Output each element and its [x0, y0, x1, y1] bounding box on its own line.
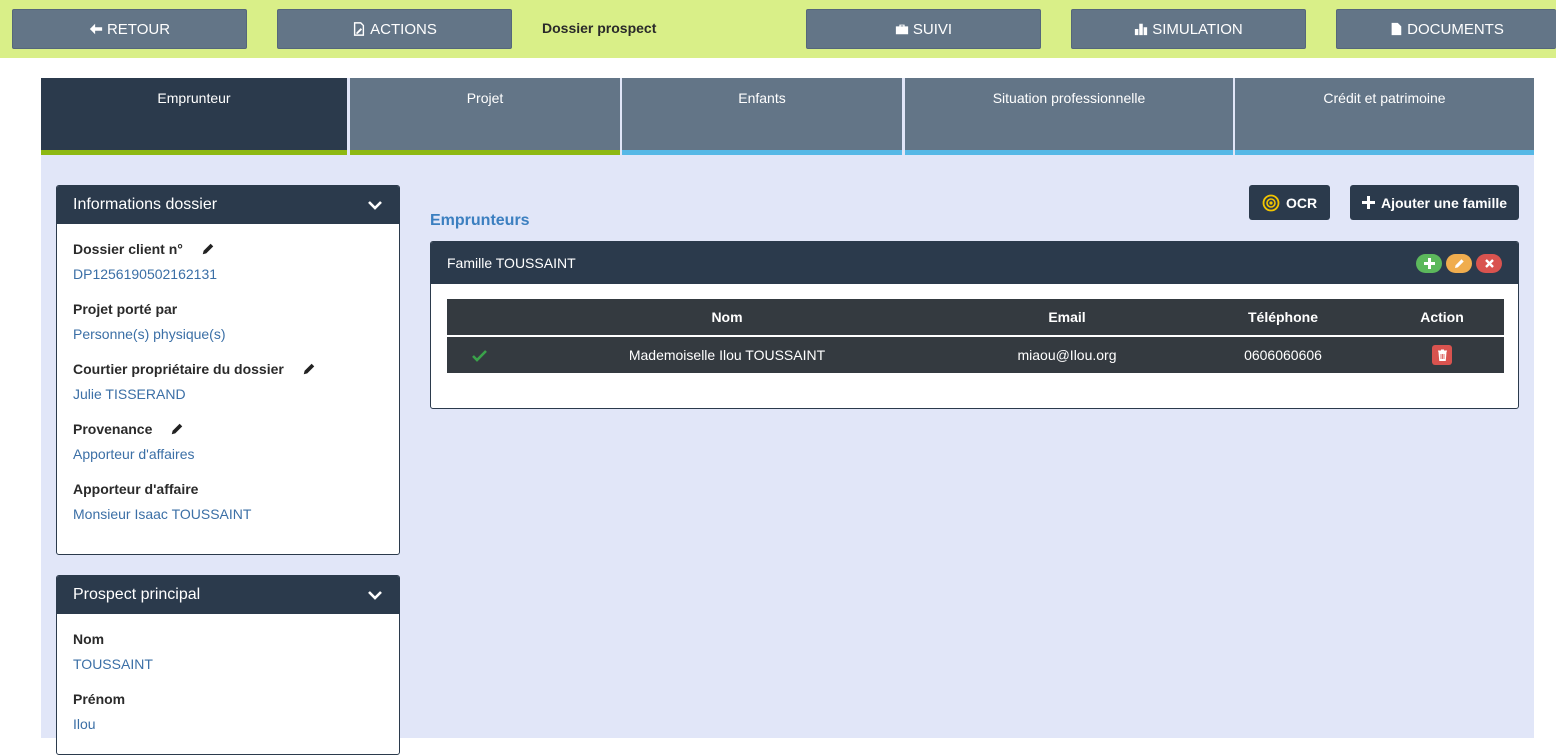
info-dossier-panel: Informations dossier Dossier client n° D… [56, 185, 400, 555]
field-label: Apporteur d'affaire [73, 481, 198, 497]
family-header: Famille TOUSSAINT [431, 242, 1518, 284]
chevron-down-icon[interactable] [367, 587, 383, 603]
simulation-button-label: SIMULATION [1152, 20, 1243, 38]
courtier-label: Courtier propriétaire du dossier [73, 361, 284, 377]
page-title: Dossier prospect [542, 20, 657, 36]
tab-progress-bar [41, 150, 347, 155]
tab-label: Projet [466, 90, 504, 106]
table-row: Mademoiselle Ilou TOUSSAINT miaou@Ilou.o… [447, 337, 1504, 373]
simulation-button[interactable]: SIMULATION [1071, 9, 1306, 49]
courtier-value[interactable]: Julie TISSERAND [73, 386, 186, 402]
family-actions [1416, 253, 1502, 273]
actions-button-label: ACTIONS [370, 20, 437, 38]
projet-porte-value: Personne(s) physique(s) [73, 326, 226, 342]
projet-porte-label: Projet porté par [73, 301, 178, 317]
trash-icon [1437, 349, 1447, 361]
briefcase-icon [895, 24, 909, 35]
add-family-button[interactable]: Ajouter une famille [1350, 185, 1519, 220]
tab-progress-bar [622, 150, 902, 155]
field-label: Prénom [73, 691, 125, 707]
check-icon [467, 337, 491, 373]
column-header-action: Action [1420, 309, 1464, 325]
prenom-label: Prénom [73, 691, 126, 707]
family-panel: Famille TOUSSAINT Nom Email Téléphone Ac… [430, 241, 1519, 409]
tab-enfants[interactable]: Enfants [622, 78, 902, 155]
apporteur-label: Apporteur d'affaire [73, 481, 199, 497]
back-button[interactable]: RETOUR [12, 9, 247, 49]
tab-progress-bar [350, 150, 620, 155]
documents-button[interactable]: DOCUMENTS [1336, 9, 1556, 49]
bar-chart-icon [1135, 23, 1148, 36]
close-icon [1484, 258, 1494, 268]
field-label: Provenance [73, 421, 184, 437]
row-email: miaou@Ilou.org [1017, 347, 1117, 363]
tab-label: Situation professionnelle [992, 90, 1146, 106]
pencil-icon [1454, 258, 1464, 268]
document-icon [1391, 22, 1402, 36]
ocr-target-icon [1262, 194, 1280, 211]
suivi-button-label: SUIVI [912, 20, 953, 38]
top-bar: RETOUR ACTIONS Dossier prospect SUIVI SI… [0, 0, 1556, 58]
plus-icon [1423, 257, 1435, 269]
delete-family-button[interactable] [1476, 253, 1502, 273]
dossier-number: DP1256190502162131 [73, 266, 218, 282]
prospect-principal-panel: Prospect principal Nom TOUSSAINT Prénom … [56, 575, 400, 755]
suivi-button[interactable]: SUIVI [806, 9, 1041, 49]
tab-emprunteur[interactable]: Emprunteur [41, 78, 347, 155]
ocr-label: OCR [1285, 194, 1318, 211]
column-header-nom: Nom [711, 309, 743, 325]
delete-row-button[interactable] [1432, 345, 1452, 365]
panel-title: Prospect principal [73, 586, 201, 603]
provenance-label: Provenance [73, 421, 153, 437]
prenom-value: Ilou [73, 716, 96, 732]
add-member-button[interactable] [1416, 253, 1442, 273]
back-button-label: RETOUR [106, 20, 171, 38]
pencil-icon[interactable] [302, 362, 316, 376]
tab-projet[interactable]: Projet [350, 78, 620, 155]
tab-credit-patrimoine[interactable]: Crédit et patrimoine [1235, 78, 1534, 155]
pencil-icon[interactable] [201, 242, 215, 256]
provenance-value: Apporteur d'affaires [73, 446, 195, 462]
dossier-label: Dossier client n° [73, 241, 183, 257]
ocr-button[interactable]: OCR [1249, 185, 1330, 220]
pencil-icon[interactable] [170, 422, 184, 436]
family-title: Famille TOUSSAINT [447, 255, 576, 271]
documents-button-label: DOCUMENTS [1407, 20, 1504, 38]
nom-value: TOUSSAINT [73, 656, 153, 672]
plus-icon [1361, 196, 1375, 209]
nom-label: Nom [73, 631, 105, 647]
row-action [1392, 337, 1492, 373]
table-header: Nom Email Téléphone Action [447, 299, 1504, 335]
emprunteurs-title: Emprunteurs [430, 212, 530, 229]
edit-family-button[interactable] [1446, 253, 1472, 273]
chevron-down-icon[interactable] [367, 197, 383, 213]
tab-progress-bar [905, 150, 1233, 155]
add-family-label: Ajouter une famille [1380, 194, 1508, 211]
tab-label: Crédit et patrimoine [1323, 90, 1446, 106]
row-nom: Mademoiselle Ilou TOUSSAINT [628, 347, 826, 363]
row-telephone: 0606060606 [1244, 347, 1322, 363]
tab-progress-bar [1235, 150, 1534, 155]
field-label: Dossier client n° [73, 241, 215, 257]
apporteur-value[interactable]: Monsieur Isaac TOUSSAINT [73, 506, 251, 522]
tab-label: Emprunteur [157, 90, 231, 106]
panel-header[interactable]: Informations dossier [57, 186, 399, 224]
field-label: Projet porté par [73, 301, 177, 317]
tab-situation-professionnelle[interactable]: Situation professionnelle [905, 78, 1233, 155]
panel-header[interactable]: Prospect principal [57, 576, 399, 614]
column-header-email: Email [1048, 309, 1086, 325]
arrow-left-icon [89, 23, 103, 35]
tab-label: Enfants [738, 90, 786, 106]
field-label: Courtier propriétaire du dossier [73, 361, 316, 377]
field-label: Nom [73, 631, 104, 647]
column-header-telephone: Téléphone [1247, 309, 1318, 325]
file-edit-icon [354, 22, 365, 36]
actions-button[interactable]: ACTIONS [277, 9, 512, 49]
panel-title: Informations dossier [73, 196, 218, 213]
